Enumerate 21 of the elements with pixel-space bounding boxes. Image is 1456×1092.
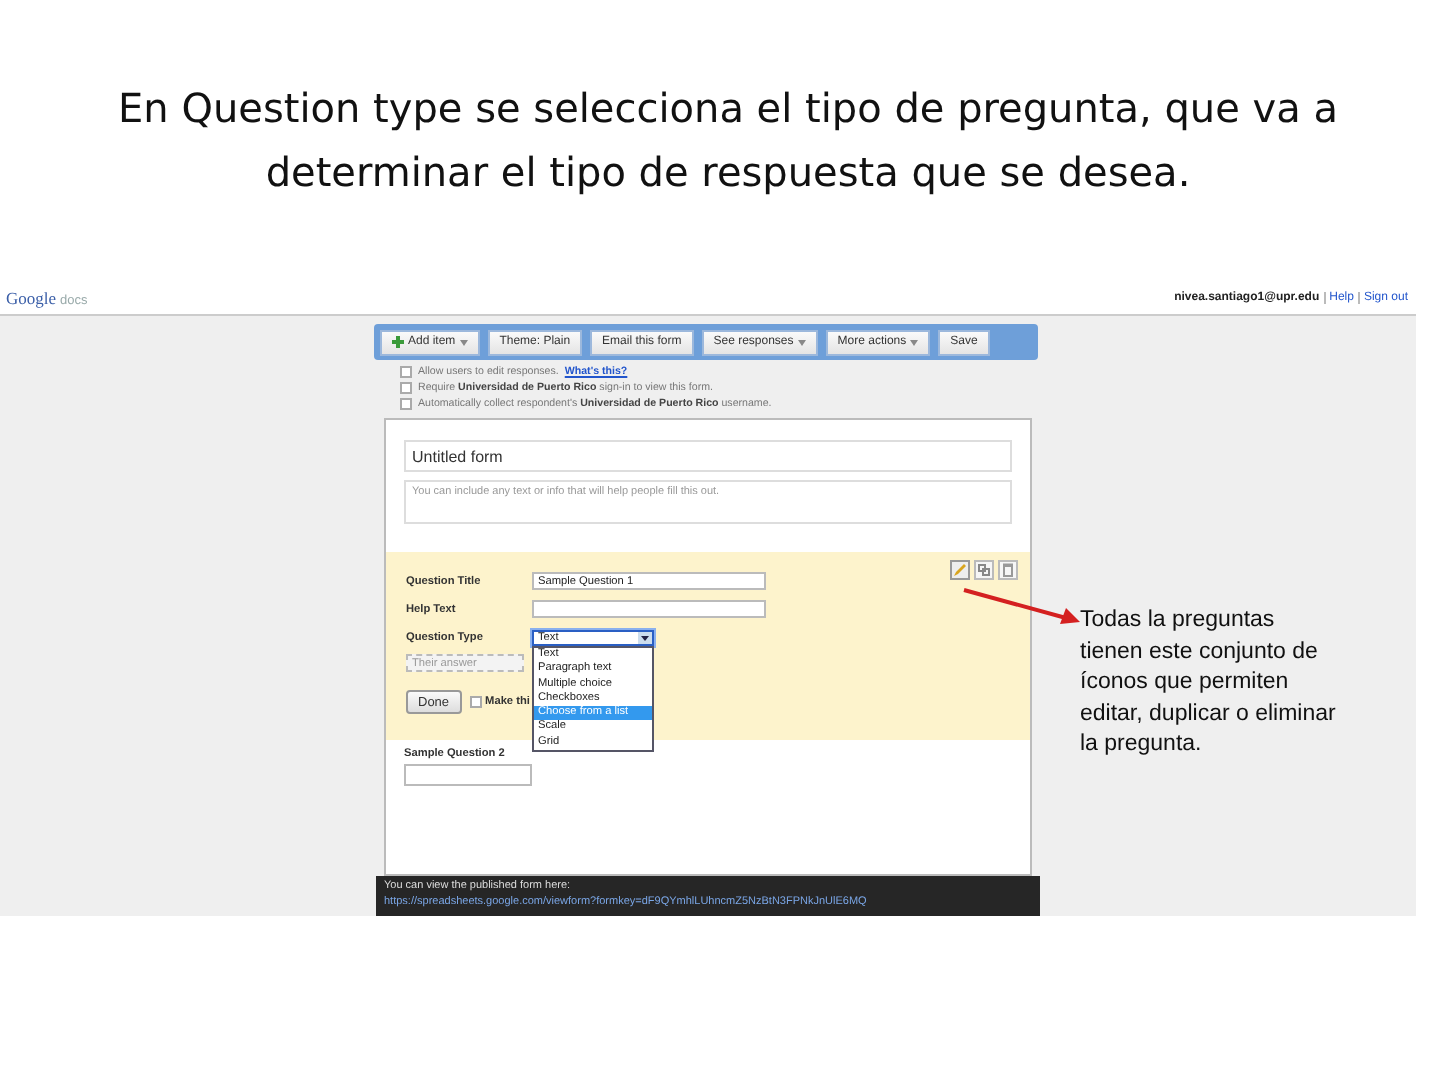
separator-icon [1323, 291, 1326, 303]
dropdown-arrow-icon [638, 631, 652, 643]
caret-icon [797, 339, 806, 345]
caret-icon [910, 339, 919, 345]
checkbox[interactable] [400, 366, 412, 378]
pencil-icon[interactable] [950, 560, 970, 580]
annotation-text: Todas la preguntas tienen este conjunto de íconos que permiten editar, duplicar o eliminar la pregunta. [1080, 606, 1338, 761]
form-title-field[interactable]: Untitled form [404, 440, 1012, 472]
input-field[interactable] [532, 600, 766, 618]
checkbox[interactable] [469, 696, 482, 708]
checkbox[interactable] [400, 398, 412, 410]
slide-title: En Question type se selecciona el tipo de pregunta, que va a determinar el tipo de respuesta que se desea. [118, 84, 1338, 196]
caret-icon [459, 339, 468, 345]
checkbox[interactable] [400, 382, 412, 394]
trash-icon[interactable] [998, 560, 1018, 580]
arrow [960, 584, 1084, 628]
separator-icon [1357, 291, 1360, 303]
logo-wordmark[interactable]: Google [6, 287, 57, 307]
duplicate-icon[interactable] [974, 560, 994, 580]
answer-field[interactable] [404, 764, 532, 786]
plus-icon [392, 336, 404, 348]
